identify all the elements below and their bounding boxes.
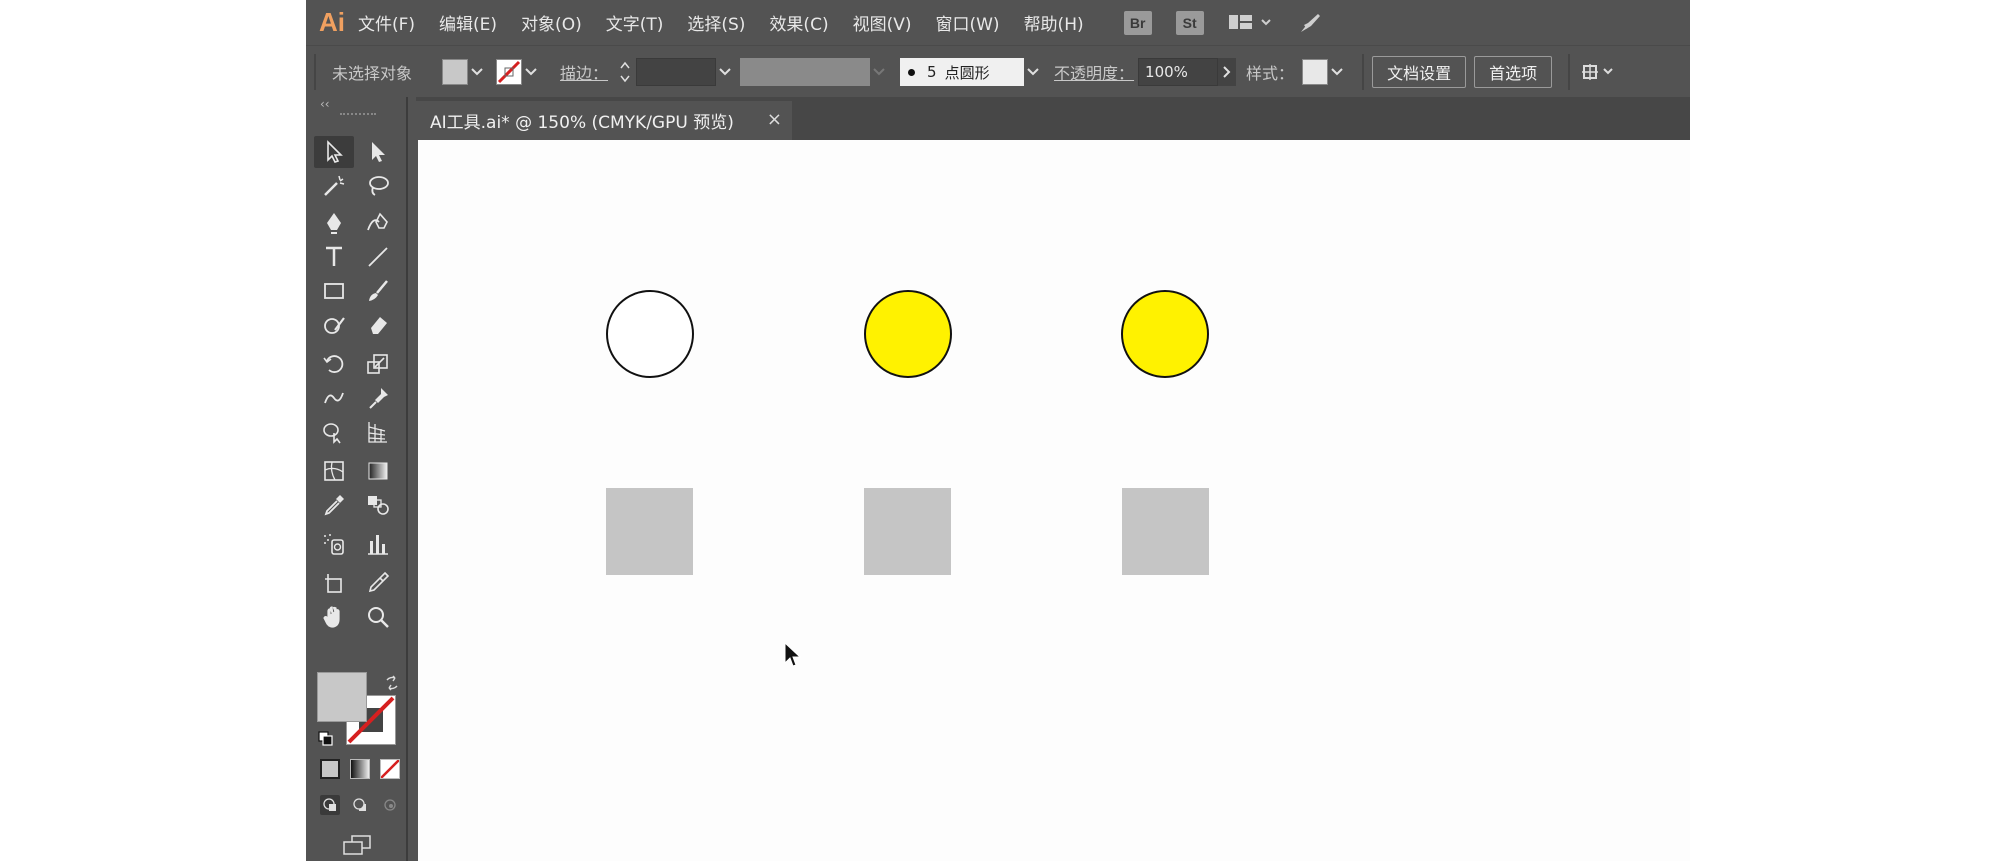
selection-status: 未选择对象 xyxy=(332,64,413,83)
workspace-layout-icon[interactable] xyxy=(1228,13,1274,33)
perspective-grid-tool-icon[interactable] xyxy=(358,416,398,448)
control-bar-grip xyxy=(314,54,316,90)
selection-tool-icon[interactable] xyxy=(314,136,354,168)
eyedropper-tool-icon[interactable] xyxy=(314,489,354,521)
illustrator-window: Ai 文件(F) 编辑(E) 对象(O) 文字(T) 选择(S) 效果(C) 视… xyxy=(306,0,1690,861)
graphic-style-swatch[interactable] xyxy=(1302,59,1329,85)
direct-selection-tool-icon[interactable] xyxy=(358,136,398,168)
stroke-label[interactable]: 描边： xyxy=(560,60,608,84)
stroke-weight-stepper[interactable] xyxy=(618,58,632,86)
menu-view[interactable]: 视图(V) xyxy=(853,10,912,35)
style-label: 样式： xyxy=(1246,64,1295,83)
app-logo: Ai xyxy=(319,7,345,37)
bridge-button[interactable]: Br xyxy=(1123,10,1152,35)
shape-builder-tool-icon[interactable] xyxy=(314,416,354,448)
warp-tool-icon[interactable] xyxy=(314,382,354,414)
brush-name: 点圆形 xyxy=(944,63,990,82)
square-shape-2[interactable] xyxy=(864,488,951,575)
draw-behind-icon[interactable] xyxy=(350,795,370,815)
lasso-tool-icon[interactable] xyxy=(358,170,398,202)
fill-dropdown-chevron-down-icon[interactable] xyxy=(468,59,486,85)
menu-edit[interactable]: 编辑(E) xyxy=(439,10,497,35)
menu-effect[interactable]: 效果(C) xyxy=(769,10,828,35)
square-shape-3[interactable] xyxy=(1122,488,1209,575)
brush-dot-icon xyxy=(908,68,916,76)
close-tab-icon[interactable]: × xyxy=(767,109,782,130)
document-setup-button[interactable]: 文档设置 xyxy=(1372,56,1467,88)
pen-tool-icon[interactable] xyxy=(314,207,354,239)
swap-fill-stroke-icon[interactable] xyxy=(384,675,400,691)
menu-window[interactable]: 窗口(W) xyxy=(935,10,999,35)
scale-tool-icon[interactable] xyxy=(358,348,398,380)
draw-normal-icon[interactable] xyxy=(320,795,340,815)
circle-shape-2[interactable] xyxy=(864,290,952,378)
stock-button[interactable]: St xyxy=(1175,10,1204,35)
default-fill-stroke-icon[interactable] xyxy=(318,731,334,747)
style-chevron-down-icon[interactable] xyxy=(1328,59,1346,85)
zoom-tool-icon[interactable] xyxy=(358,601,398,633)
hand-tool-icon[interactable] xyxy=(314,601,354,633)
gradient-mode-icon[interactable] xyxy=(350,759,370,779)
document-tab[interactable]: AI工具.ai* @ 150% (CMYK/GPU 预览) × xyxy=(416,101,792,140)
blend-tool-icon[interactable] xyxy=(358,489,398,521)
symbol-sprayer-tool-icon[interactable] xyxy=(314,528,354,560)
preferences-button[interactable]: 首选项 xyxy=(1474,56,1553,88)
no-stroke-icon xyxy=(497,60,521,84)
opacity-label[interactable]: 不透明度： xyxy=(1054,60,1134,84)
puppet-warp-tool-icon[interactable] xyxy=(358,382,398,414)
fill-color-swatch[interactable] xyxy=(317,672,367,722)
rotate-tool-icon[interactable] xyxy=(314,348,354,380)
circle-shape-3[interactable] xyxy=(1121,290,1209,378)
tools-panel: ‹‹ xyxy=(310,97,408,861)
artboard-canvas[interactable] xyxy=(418,140,1690,861)
control-bar-divider xyxy=(1362,54,1365,90)
shaper-tool-icon[interactable] xyxy=(314,309,354,341)
menu-bar: Ai 文件(F) 编辑(E) 对象(O) 文字(T) 选择(S) 效果(C) 视… xyxy=(306,0,1690,45)
draw-inside-icon[interactable] xyxy=(380,795,400,815)
control-bar-divider-2 xyxy=(1568,54,1571,90)
menu-help[interactable]: 帮助(H) xyxy=(1024,10,1084,35)
control-bar: 未选择对象 描边： 5 点圆形 不透明度： 100% 样式： 文档设置 首选项 xyxy=(306,45,1690,98)
brush-chevron-down-icon[interactable] xyxy=(1024,59,1042,85)
fill-swatch[interactable] xyxy=(442,59,469,85)
column-graph-tool-icon[interactable] xyxy=(358,528,398,560)
variable-width-profile[interactable] xyxy=(740,58,871,86)
magic-wand-tool-icon[interactable] xyxy=(314,170,354,202)
stroke-weight-chevron-down-icon[interactable] xyxy=(716,59,734,85)
menu-type[interactable]: 文字(T) xyxy=(606,10,664,35)
eraser-tool-icon[interactable] xyxy=(358,309,398,341)
menu-select[interactable]: 选择(S) xyxy=(687,10,745,35)
color-mode-icon[interactable] xyxy=(320,759,340,779)
menu-object[interactable]: 对象(O) xyxy=(521,10,582,35)
slice-tool-icon[interactable] xyxy=(358,567,398,599)
mouse-cursor-icon xyxy=(783,641,805,673)
stroke-dropdown-chevron-down-icon[interactable] xyxy=(522,59,540,85)
rectangle-tool-icon[interactable] xyxy=(314,275,354,307)
line-segment-tool-icon[interactable] xyxy=(358,241,398,273)
gradient-tool-icon[interactable] xyxy=(358,455,398,487)
document-tab-title: AI工具.ai* @ 150% (CMYK/GPU 预览) xyxy=(430,113,734,133)
none-mode-icon[interactable] xyxy=(380,759,400,779)
document-tab-strip: AI工具.ai* @ 150% (CMYK/GPU 预览) × xyxy=(416,97,1690,140)
panel-grip[interactable] xyxy=(340,113,376,125)
menu-file[interactable]: 文件(F) xyxy=(358,10,415,35)
rocket-icon[interactable] xyxy=(1298,11,1324,35)
type-tool-icon[interactable] xyxy=(314,241,354,273)
paintbrush-tool-icon[interactable] xyxy=(358,275,398,307)
panel-collapse-button[interactable]: ‹‹ xyxy=(310,97,406,111)
circle-shape-1[interactable] xyxy=(606,290,694,378)
artboard-tool-icon[interactable] xyxy=(314,567,354,599)
brush-size: 5 xyxy=(927,63,937,81)
stroke-swatch[interactable] xyxy=(496,59,523,85)
curvature-tool-icon[interactable] xyxy=(358,207,398,239)
opacity-chevron-right-icon[interactable] xyxy=(1218,58,1237,86)
arrange-documents-icon[interactable] xyxy=(1578,60,1616,84)
square-shape-1[interactable] xyxy=(606,488,693,575)
stroke-weight-field[interactable] xyxy=(636,58,717,86)
profile-chevron-down-icon xyxy=(870,59,888,85)
screen-mode-icon[interactable] xyxy=(340,834,374,858)
opacity-field[interactable]: 100% xyxy=(1138,58,1219,86)
brush-definition-field[interactable]: 5 点圆形 xyxy=(900,58,1025,86)
mesh-tool-icon[interactable] xyxy=(314,455,354,487)
